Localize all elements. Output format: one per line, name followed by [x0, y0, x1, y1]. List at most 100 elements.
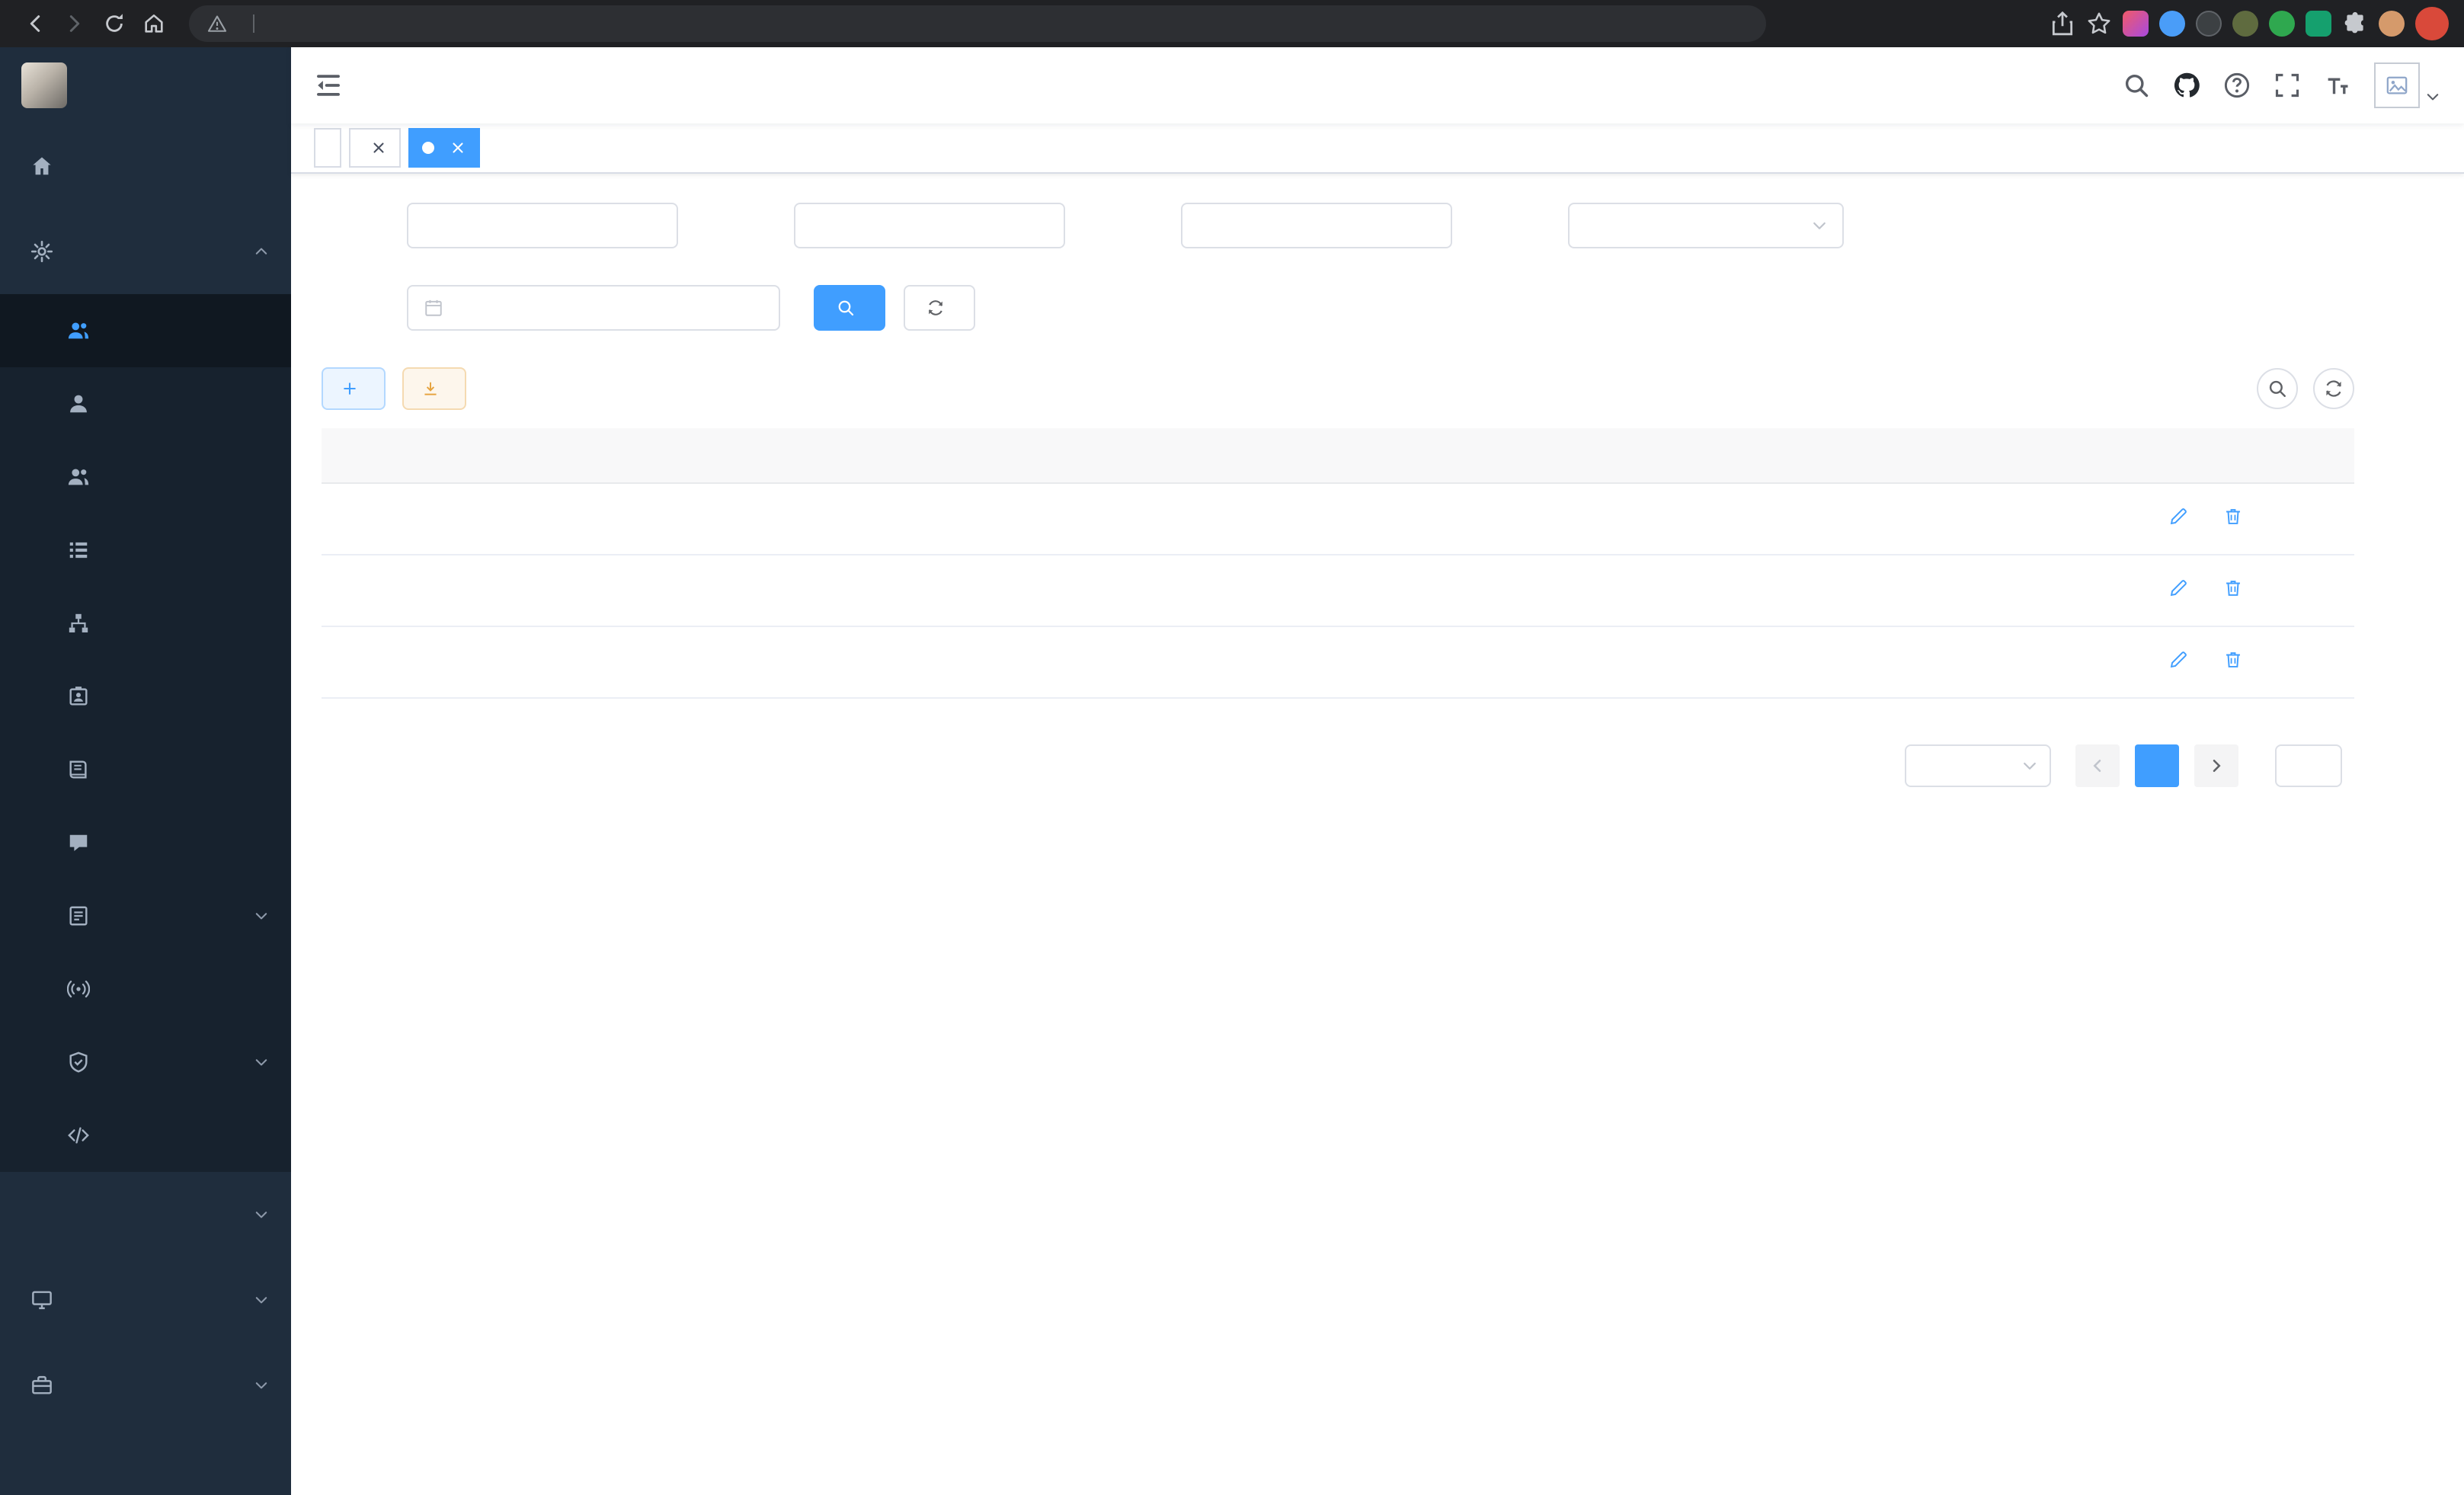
goto-page-input[interactable]: [2275, 744, 2342, 787]
tab-home[interactable]: [314, 128, 341, 168]
github-icon[interactable]: [2173, 72, 2200, 99]
extension-colorful-icon[interactable]: [2123, 11, 2149, 37]
sidebar-item-audit-log[interactable]: [0, 879, 291, 952]
browser-profile-avatar[interactable]: [2379, 11, 2405, 37]
contact-input[interactable]: [794, 203, 1065, 248]
edit-link[interactable]: [2168, 650, 2193, 670]
tab-dept[interactable]: [349, 128, 401, 168]
chevron-down-icon: [253, 1377, 270, 1394]
col-created-at: [1800, 428, 2062, 483]
user-avatar-dropdown[interactable]: [2374, 62, 2441, 108]
cell-status: [1502, 626, 1800, 698]
close-icon[interactable]: [450, 139, 466, 156]
sidebar-item-payment[interactable]: [0, 1172, 291, 1257]
filter-row-2: [322, 285, 2434, 331]
logo-image: [21, 62, 67, 108]
extension-dark-icon[interactable]: [2196, 11, 2222, 37]
sidebar-fold-button[interactable]: [314, 71, 343, 100]
message-icon: [67, 831, 90, 854]
online-icon: [67, 978, 90, 1000]
tenant-name-input[interactable]: [407, 203, 678, 248]
reset-button[interactable]: [904, 285, 975, 331]
refresh-table-button[interactable]: [2313, 368, 2354, 409]
help-icon[interactable]: [2223, 72, 2251, 99]
broken-image-icon: [2386, 74, 2408, 97]
sidebar-item-sms[interactable]: [0, 1026, 291, 1099]
chevron-down-icon: [2021, 757, 2039, 775]
sidebar-item-posts[interactable]: [0, 660, 291, 733]
extension-blue-icon[interactable]: [2159, 11, 2185, 37]
tags-view-bar: [291, 123, 2464, 174]
menu-list-icon: [67, 539, 90, 562]
forward-icon: [63, 12, 86, 35]
col-operations: [2062, 428, 2354, 483]
close-icon[interactable]: [370, 139, 387, 156]
sidebar-menu: [0, 123, 291, 1428]
cell-created-at: [1800, 626, 2062, 698]
user-icon: [67, 392, 90, 415]
sidebar-item-departments[interactable]: [0, 587, 291, 660]
tenant-table: [322, 428, 2354, 699]
export-button[interactable]: [402, 367, 466, 410]
sidebar-item-dict[interactable]: [0, 733, 291, 806]
app-logo[interactable]: [0, 47, 291, 123]
bookmark-star-icon[interactable]: [2086, 11, 2112, 37]
page-size-select[interactable]: [1905, 744, 2051, 787]
sidebar-item-system[interactable]: [0, 209, 291, 294]
toggle-search-button[interactable]: [2257, 368, 2298, 409]
screen: [0, 0, 2464, 1495]
cell-contact: [917, 483, 1210, 555]
gear-icon: [30, 240, 53, 263]
sidebar-item-dev-tools[interactable]: [0, 1343, 291, 1428]
extensions-puzzle-icon[interactable]: [2342, 11, 2368, 37]
col-mobile: [1210, 428, 1502, 483]
cell-tenant-name: [623, 483, 917, 555]
cell-status: [1502, 555, 1800, 626]
sidebar-item-roles[interactable]: [0, 440, 291, 514]
browser-home-icon: [142, 12, 165, 35]
filter-mobile: [1096, 203, 1452, 248]
delete-link[interactable]: [2223, 507, 2248, 527]
current-page-button[interactable]: [2135, 744, 2179, 787]
sidebar-item-menus[interactable]: [0, 514, 291, 587]
mobile-input[interactable]: [1181, 203, 1452, 248]
edit-link[interactable]: [2168, 507, 2193, 527]
address-bar[interactable]: [189, 5, 1766, 42]
browser-update-button[interactable]: [2415, 7, 2449, 40]
tab-tenant[interactable]: [408, 128, 480, 168]
edit-link[interactable]: [2168, 578, 2193, 598]
extension-olive-icon[interactable]: [2232, 11, 2258, 37]
prev-page-button[interactable]: [2075, 744, 2120, 787]
sidebar-item-online-users[interactable]: [0, 952, 291, 1026]
add-button[interactable]: [322, 367, 386, 410]
fullscreen-icon[interactable]: [2274, 72, 2301, 99]
sidebar-item-home[interactable]: [0, 123, 291, 209]
browser-reload-button[interactable]: [94, 4, 134, 43]
sidebar-item-infrastructure[interactable]: [0, 1257, 291, 1343]
delete-link[interactable]: [2223, 578, 2248, 598]
cell-mobile: [1210, 555, 1502, 626]
extension-green-square-icon[interactable]: [2306, 11, 2331, 37]
cell-tenant-id: [322, 626, 623, 698]
extension-green-circle-icon[interactable]: [2269, 11, 2295, 37]
sidebar-item-notice[interactable]: [0, 806, 291, 879]
next-page-button[interactable]: [2194, 744, 2238, 787]
browser-forward-button[interactable]: [55, 4, 94, 43]
sidebar-item-users[interactable]: [0, 367, 291, 440]
trash-icon: [2223, 578, 2243, 598]
search-button[interactable]: [814, 285, 885, 331]
browser-home-button[interactable]: [134, 4, 174, 43]
book-icon: [67, 758, 90, 781]
col-tenant-id: [322, 428, 623, 483]
cell-tenant-id: [322, 483, 623, 555]
share-icon[interactable]: [2050, 11, 2075, 37]
font-size-icon[interactable]: [2324, 72, 2351, 99]
browser-back-button[interactable]: [15, 4, 55, 43]
delete-link[interactable]: [2223, 650, 2248, 670]
sidebar-item-tenant[interactable]: [0, 294, 291, 367]
date-range-picker[interactable]: [407, 285, 780, 331]
pagination: [322, 744, 2354, 787]
search-icon[interactable]: [2123, 72, 2150, 99]
sidebar-item-error-codes[interactable]: [0, 1099, 291, 1172]
status-select[interactable]: [1568, 203, 1844, 248]
